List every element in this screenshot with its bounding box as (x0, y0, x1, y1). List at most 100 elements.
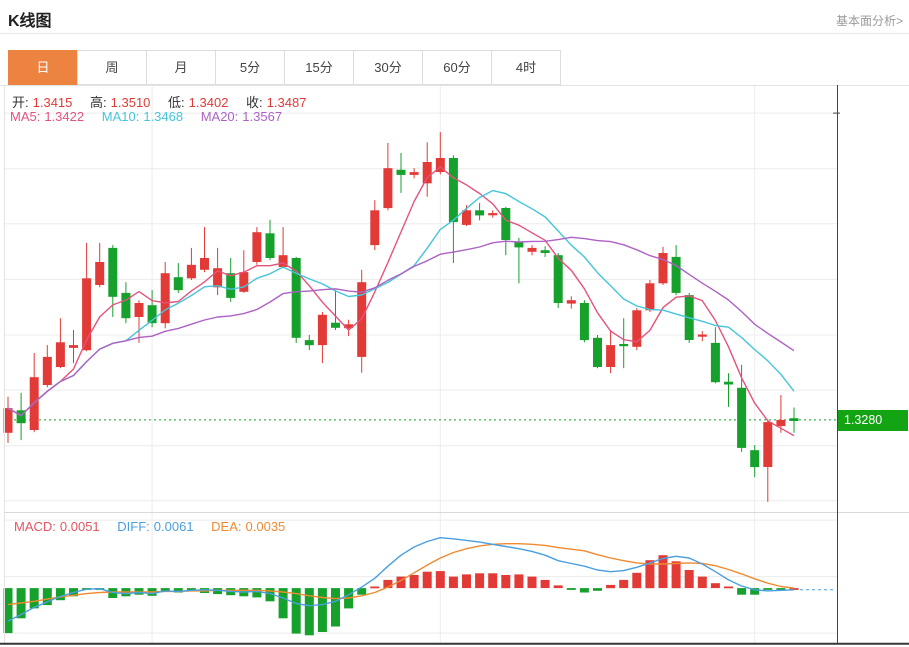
candle-body (659, 253, 668, 283)
interval-tab-4时[interactable]: 4时 (491, 50, 561, 85)
candle-body (239, 272, 248, 292)
header-divider (0, 33, 909, 34)
macd-bar (501, 575, 510, 588)
candle-body (331, 323, 340, 328)
ma5-value: 1.3422 (44, 109, 84, 124)
close-label: 收: (246, 95, 263, 110)
interval-tab-60分[interactable]: 60分 (422, 50, 492, 85)
current-price-tag: 1.3280 (838, 410, 908, 431)
macd-bar (606, 585, 615, 588)
open-label: 开: (12, 95, 29, 110)
high-label: 高: (90, 95, 107, 110)
macd-bar (672, 561, 681, 588)
candle-body (554, 255, 563, 303)
candle-body (121, 293, 130, 318)
macd-bar (763, 588, 772, 590)
macd-bar (593, 588, 602, 591)
candle-body (724, 382, 733, 385)
candle-body (135, 303, 144, 317)
candle-body (645, 283, 654, 310)
candle-body (750, 450, 759, 467)
low-label: 低: (168, 95, 185, 110)
macd-bar (252, 588, 261, 597)
diff-value: 0.0061 (154, 519, 194, 534)
macd-bar (423, 572, 432, 589)
candle-body (161, 273, 170, 323)
macd-bar (698, 577, 707, 589)
candle-body (488, 213, 497, 215)
macd-label: MACD: (14, 519, 56, 534)
macd-bar (318, 588, 327, 632)
kline-widget: K线图 基本面分析> 日周月5分15分30分60分4时 开: 1.3415 高: 1… (0, 0, 909, 647)
high-value: 1.3510 (111, 95, 151, 110)
candle-body (423, 162, 432, 183)
page-title: K线图 (8, 7, 52, 31)
candle-body (383, 168, 392, 208)
interval-tab-日[interactable]: 日 (8, 50, 78, 85)
ma10-value: 1.3468 (143, 109, 183, 124)
candle-body (698, 335, 707, 337)
ma20-value: 1.3567 (242, 109, 282, 124)
macd-bar (711, 583, 720, 588)
interval-tab-周[interactable]: 周 (77, 50, 147, 85)
candle-body (226, 273, 235, 298)
ma5-label: MA5: (10, 109, 40, 124)
macd-bar (554, 585, 563, 588)
interval-tab-月[interactable]: 月 (146, 50, 216, 85)
fundamental-analysis-link[interactable]: 基本面分析> (836, 12, 903, 29)
candle-body (737, 388, 746, 448)
interval-tab-30分[interactable]: 30分 (353, 50, 423, 85)
candle-body (174, 277, 183, 290)
candle-body (514, 242, 523, 247)
candle-body (593, 338, 602, 367)
macd-bar (410, 575, 419, 588)
candle-body (318, 315, 327, 345)
interval-tab-15分[interactable]: 15分 (284, 50, 354, 85)
candle-body (397, 170, 406, 175)
macd-bar (528, 577, 537, 589)
candle-body (108, 248, 117, 297)
macd-legend: MACD:0.0051 DIFF:0.0061 DEA:0.0035 (14, 519, 289, 534)
macd-bar (580, 588, 589, 592)
macd-bar (724, 587, 733, 589)
candle-body (776, 420, 785, 426)
macd-bar (462, 574, 471, 588)
ma20-label: MA20: (201, 109, 239, 124)
candle-body (305, 340, 314, 345)
interval-tab-5分[interactable]: 5分 (215, 50, 285, 85)
interval-tabbar: 日周月5分15分30分60分4时 (8, 50, 561, 85)
candle-body (763, 422, 772, 467)
candle-body (43, 357, 52, 385)
candle-body (528, 248, 537, 252)
open-value: 1.3415 (33, 95, 73, 110)
macd-bar (619, 580, 628, 588)
candle-body (95, 262, 104, 285)
candle-body (449, 158, 458, 222)
macd-bar (436, 571, 445, 588)
candle-body (56, 342, 65, 367)
candle-body (790, 418, 799, 421)
ma10-label: MA10: (102, 109, 140, 124)
candle-body (580, 303, 589, 340)
macd-value: 0.0051 (60, 519, 100, 534)
dea-label: DEA: (211, 519, 241, 534)
candle-body (266, 233, 275, 258)
candle-body (606, 345, 615, 367)
macd-bar (370, 587, 379, 589)
ma-legend: MA5: 1.3422 MA10:1.3468 MA20:1.3567 (10, 109, 286, 124)
macd-bar (737, 588, 746, 595)
macd-bar (541, 580, 550, 588)
candle-body (501, 208, 510, 240)
candle-body (462, 210, 471, 225)
macd-bar (514, 574, 523, 588)
macd-bar (475, 573, 484, 588)
macd-bar (567, 588, 576, 590)
candle-body (619, 344, 628, 346)
candle-body (410, 172, 419, 175)
candle-body (252, 232, 261, 262)
candle-body (187, 265, 196, 279)
macd-bar (488, 573, 497, 588)
macd-bar (685, 570, 694, 588)
kline-chart-canvas[interactable] (0, 85, 909, 647)
candle-body (711, 343, 720, 382)
